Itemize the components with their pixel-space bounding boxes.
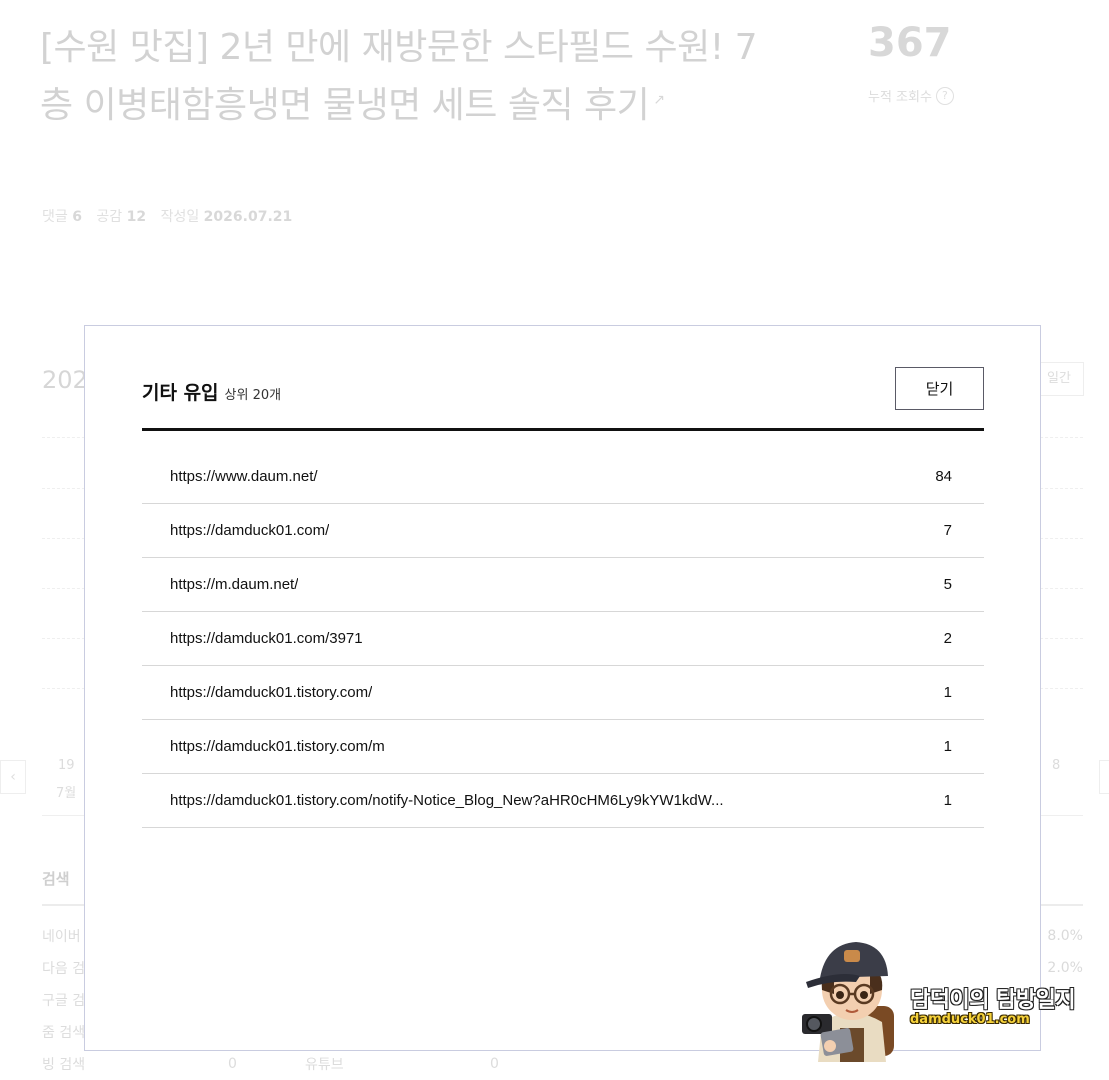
search-row-label: 구글 검	[42, 993, 86, 1009]
chart-prev-arrow[interactable]: ‹	[0, 760, 26, 794]
referrer-url[interactable]: https://damduck01.tistory.com/notify-Not…	[170, 792, 724, 809]
total-views: 367	[868, 20, 952, 66]
list-item[interactable]: https://m.daum.net/ 5	[142, 558, 984, 612]
referrer-url[interactable]: https://damduck01.com/	[170, 522, 329, 539]
date-label: 작성일	[160, 209, 200, 225]
axis-month-label: 7월	[56, 786, 77, 801]
list-item[interactable]: https://damduck01.com/3971 2	[142, 612, 984, 666]
period-button[interactable]: 일간	[1034, 362, 1084, 396]
chart-year: 202	[42, 366, 88, 394]
comments-count: 6	[72, 209, 82, 225]
youtube-value: 0	[490, 1056, 499, 1072]
list-item[interactable]: https://damduck01.tistory.com/notify-Not…	[142, 774, 984, 828]
referrer-count: 84	[935, 468, 952, 485]
watermark-name: 담덕이의 탐방일지	[910, 988, 1076, 1013]
search-row-label: 네이버	[42, 929, 81, 945]
axis-day-label: 8	[1052, 758, 1061, 773]
chart-next-arrow[interactable]	[1099, 760, 1109, 794]
youtube-label: 유튜브	[305, 1057, 344, 1073]
referrer-url[interactable]: https://www.daum.net/	[170, 468, 318, 485]
post-title-text[interactable]: [수원 맛집] 2년 만에 재방문한 스타필드 수원! 7층 이병태함흥냉면 물…	[40, 27, 757, 126]
likes-count: 12	[126, 209, 147, 225]
modal-title: 기타 유입	[142, 382, 219, 404]
likes-label: 공감	[96, 209, 123, 225]
referrer-list: https://www.daum.net/ 84 https://damduck…	[142, 450, 984, 828]
list-item[interactable]: https://damduck01.com/ 7	[142, 504, 984, 558]
close-button[interactable]: 닫기	[895, 367, 984, 410]
list-item[interactable]: https://www.daum.net/ 84	[142, 450, 984, 504]
modal-subtitle: 상위 20개	[224, 388, 282, 403]
referrer-count: 5	[943, 576, 952, 593]
referrer-url[interactable]: https://damduck01.tistory.com/m	[170, 738, 385, 755]
referrer-count: 1	[943, 684, 952, 701]
external-link-icon[interactable]: ↗	[653, 92, 665, 108]
referrer-count: 7	[943, 522, 952, 539]
post-date: 2026.07.21	[203, 209, 293, 225]
blog-watermark: 담덕이의 탐방일지 damduck01.com	[800, 932, 1100, 1068]
search-row-label: 다음 검	[42, 961, 86, 977]
bing-value: 0	[228, 1056, 237, 1072]
referrer-count: 1	[943, 792, 952, 809]
list-item[interactable]: https://damduck01.tistory.com/m 1	[142, 720, 984, 774]
modal-header: 기타 유입 상위 20개	[142, 378, 281, 405]
referrer-count: 1	[943, 738, 952, 755]
watermark-site: damduck01.com	[910, 1012, 1030, 1027]
views-label-row: 누적 조회수 ?	[868, 86, 954, 105]
header-divider	[142, 428, 984, 431]
search-section-title: 검색	[42, 870, 70, 888]
referrer-url[interactable]: https://damduck01.com/3971	[170, 630, 363, 647]
search-row-label: 줌 검색	[42, 1025, 86, 1041]
help-icon[interactable]: ?	[935, 86, 954, 105]
search-row-label: 빙 검색	[42, 1057, 86, 1073]
referrer-count: 2	[943, 630, 952, 647]
referrer-url[interactable]: https://damduck01.tistory.com/	[170, 684, 372, 701]
list-item[interactable]: https://damduck01.tistory.com/ 1	[142, 666, 984, 720]
comments-label: 댓글	[42, 209, 68, 225]
views-label: 누적 조회수	[868, 90, 932, 105]
axis-day-label: 19	[58, 758, 75, 773]
mascot-illustration	[802, 942, 894, 1062]
post-title[interactable]: [수원 맛집] 2년 만에 재방문한 스타필드 수원! 7층 이병태함흥냉면 물…	[40, 22, 760, 132]
post-meta: 댓글 6 공감 12 작성일 2026.07.21	[42, 206, 302, 226]
referrer-url[interactable]: https://m.daum.net/	[170, 576, 298, 593]
